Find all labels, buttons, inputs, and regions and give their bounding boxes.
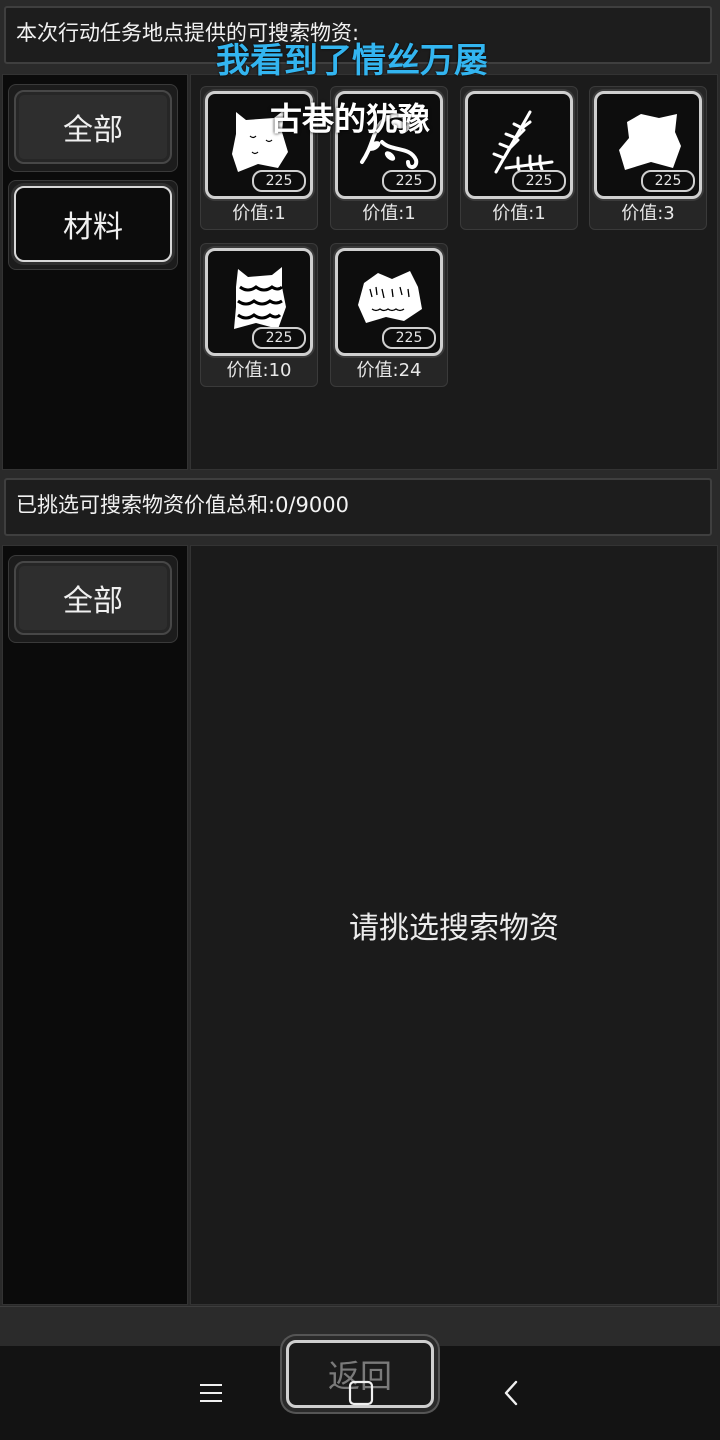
item-value: 价值:24 (356, 360, 422, 381)
white-hide-icon (619, 114, 681, 170)
selected-category-all-label: 全部 (63, 584, 123, 619)
item-value: 价值:1 (492, 203, 546, 224)
item-icon-frame: 225 (205, 248, 313, 356)
source-category-material[interactable]: 材料 (14, 186, 172, 262)
overlay-blue-text: 我看到了情丝万屡 (216, 41, 488, 81)
back-icon-glyph (504, 1380, 518, 1406)
item-value: 价值:3 (621, 203, 675, 224)
menu-icon-glyph (200, 1384, 222, 1402)
home-icon[interactable] (336, 1368, 386, 1418)
selected-category-column (2, 545, 188, 1305)
home-icon-glyph (348, 1380, 374, 1406)
item-count-badge: 225 (252, 327, 306, 349)
item-count-badge: 225 (382, 170, 436, 192)
selected-category-all[interactable]: 全部 (14, 561, 172, 635)
item-icon-frame: 225 (335, 248, 443, 356)
item-count-badge: 225 (252, 170, 306, 192)
empty-selection-message: 请挑选搜索物资 (349, 911, 559, 946)
item-count-badge: 225 (641, 170, 695, 192)
item-icon-frame: 225 (594, 91, 702, 199)
item-card[interactable]: 225 价值:24 (330, 243, 448, 387)
menu-icon[interactable] (186, 1368, 236, 1418)
item-card[interactable]: 225 价值:3 (589, 86, 707, 230)
selected-header: 已挑选可搜索物资价值总和:0/9000 (4, 478, 712, 536)
striped-pelt-icon (234, 267, 286, 329)
source-category-all-label: 全部 (63, 113, 123, 148)
item-value: 价值:1 (232, 203, 286, 224)
item-card[interactable]: 225 价值:10 (200, 243, 318, 387)
selected-item-grid: 请挑选搜索物资 (190, 545, 718, 1305)
source-category-all[interactable]: 全部 (14, 90, 172, 164)
furry-hide-icon (358, 271, 422, 323)
selected-header-title: 已挑选可搜索物资价值总和:0/9000 (16, 493, 349, 517)
back-icon[interactable] (486, 1368, 536, 1418)
item-count-badge: 225 (382, 327, 436, 349)
source-category-material-label: 材料 (63, 210, 123, 245)
item-value: 价值:10 (226, 360, 292, 381)
overlay-white-text: 古巷的犹豫 (270, 100, 431, 138)
item-value: 价值:1 (362, 203, 416, 224)
fern-leaves-icon (492, 110, 554, 176)
item-count-badge: 225 (512, 170, 566, 192)
